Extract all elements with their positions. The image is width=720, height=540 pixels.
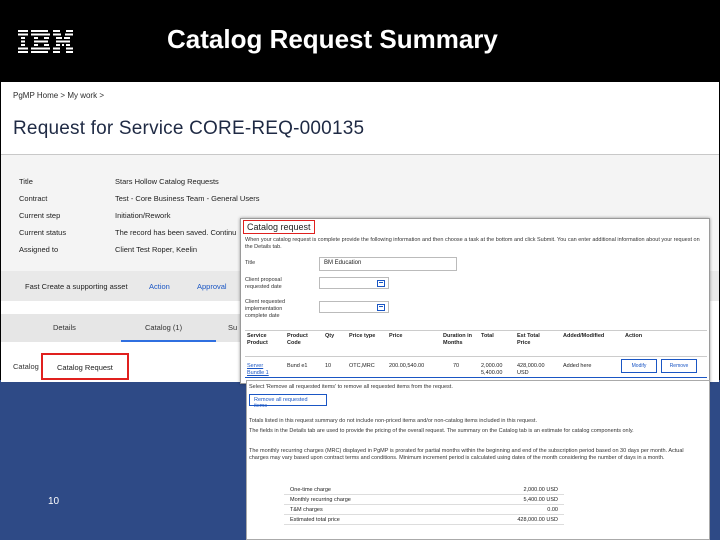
col-product-code[interactable]: Product Code	[287, 333, 315, 347]
approval-menu[interactable]: Approval	[197, 282, 227, 291]
dialog-title: Catalog request	[243, 220, 315, 234]
dialog-intro: When your catalog request is complete pr…	[245, 237, 700, 250]
col-duration[interactable]: Duration in Months	[443, 333, 475, 347]
summary-notes-panel: Select 'Remove all requested items' to r…	[246, 380, 710, 540]
tab-catalog[interactable]: Catalog (1)	[145, 323, 182, 332]
total-label: Estimated total price	[290, 517, 340, 523]
col-total[interactable]: Total	[481, 333, 494, 340]
catalog-request-item[interactable]: Catalog Request	[41, 353, 129, 380]
total-value: 5,400.00 USD	[523, 497, 558, 503]
col-added[interactable]: Added/Modified	[563, 333, 604, 340]
tab-summary[interactable]: Su	[228, 323, 237, 332]
total-row: One-time charge 2,000.00 USD	[284, 485, 564, 495]
col-price-type[interactable]: Price type	[349, 333, 375, 340]
col-service-product[interactable]: Service Product	[247, 333, 279, 347]
info-row-title: Title Stars Hollow Catalog Requests	[19, 177, 219, 186]
total-label: One-time charge	[290, 487, 331, 493]
remove-all-button[interactable]: Remove all requested items	[249, 394, 327, 409]
info-key: Contract	[19, 194, 48, 203]
row-price-type: OTC,MRC	[349, 363, 375, 369]
col-est-total[interactable]: Est Total Price	[517, 333, 551, 347]
total-value: 0.00	[547, 507, 558, 513]
note-totals: Totals listed in this request summary do…	[249, 418, 537, 424]
col-action[interactable]: Action	[625, 333, 642, 340]
row-price: 200.00,540.00	[389, 363, 425, 369]
fast-create-link[interactable]: Fast Create a supporting asset	[25, 282, 128, 291]
breadcrumb[interactable]: PgMP Home > My work >	[13, 91, 104, 100]
title-input[interactable]: BM Education	[319, 257, 457, 271]
total-row: Monthly recurring charge 5,400.00 USD	[284, 495, 564, 505]
total-value: 428,000.00 USD	[517, 517, 558, 523]
select-remove-text: Select 'Remove all requested items' to r…	[249, 384, 453, 390]
total-label: T&M charges	[290, 507, 323, 513]
catalog-request-dialog: Catalog request When your catalog reques…	[240, 218, 710, 384]
info-key: Current status	[19, 228, 67, 237]
total-value: 2,000.00 USD	[523, 487, 558, 493]
info-value: Stars Hollow Catalog Requests	[115, 177, 219, 186]
complete-date-label: Client requested implementation complete…	[245, 299, 286, 319]
info-key: Title	[19, 177, 33, 186]
table-bottom-rule	[245, 377, 707, 378]
total-row: Estimated total price 428,000.00 USD	[284, 515, 564, 525]
ibm-logo	[18, 30, 73, 53]
info-value: Client Test Roper, Keelin	[115, 245, 197, 254]
row-product-code: Bund e1	[287, 363, 308, 369]
proposal-date-label: Client proposal requested date	[245, 277, 282, 290]
info-value: Initiation/Rework	[115, 211, 171, 220]
col-qty[interactable]: Qty	[325, 333, 334, 340]
info-row-contract: Contract Test - Core Business Team - Gene…	[19, 194, 260, 203]
remove-button[interactable]: Remove	[661, 359, 697, 373]
slide-title: Catalog Request Summary	[167, 24, 498, 54]
row-total: 2,000.00 5,400.00	[481, 363, 503, 376]
total-row: T&M charges 0.00	[284, 505, 564, 515]
info-key: Assigned to	[19, 245, 59, 254]
table-header-rule	[245, 356, 707, 357]
calendar-icon[interactable]	[377, 280, 385, 287]
info-row-status: Current status The record has been saved.…	[19, 228, 236, 237]
col-price[interactable]: Price	[389, 333, 402, 340]
page-title: Request for Service CORE-REQ-000135	[13, 118, 365, 139]
row-est-total: 428,000.00 USD	[517, 363, 545, 376]
info-row-step: Current step Initiation/Rework	[19, 211, 170, 220]
tab-active-indicator	[121, 340, 216, 342]
row-qty: 10	[325, 363, 332, 369]
row-service-product[interactable]: Server Bundle 1	[247, 363, 277, 377]
tab-details[interactable]: Details	[53, 323, 76, 332]
row-duration: 70	[453, 363, 460, 369]
info-key: Current step	[19, 211, 61, 220]
title-label: Title	[245, 260, 256, 266]
row-added: Added here	[563, 363, 592, 369]
slide-number: 10	[48, 496, 60, 507]
slide: Catalog Request Summary 10 PgMP Home > M…	[0, 0, 720, 540]
action-menu[interactable]: Action	[149, 282, 170, 291]
note-details: The fields in the Details tab are used t…	[249, 428, 634, 434]
tab-strip: Details Catalog (1) Su	[1, 314, 241, 342]
table-top-rule	[245, 330, 707, 331]
catalog-label: Catalog	[13, 362, 39, 371]
totals-table: One-time charge 2,000.00 USD Monthly recu…	[284, 485, 564, 525]
calendar-icon[interactable]	[377, 304, 385, 311]
info-row-assigned: Assigned to Client Test Roper, Keelin	[19, 245, 197, 254]
info-value: The record has been saved. Continu	[115, 228, 237, 237]
total-label: Monthly recurring charge	[290, 497, 351, 503]
modify-button[interactable]: Modify	[621, 359, 657, 373]
info-value: Test - Core Business Team - General User…	[115, 194, 260, 203]
note-mrc: The monthly recurring charges (MRC) disp…	[249, 448, 684, 461]
